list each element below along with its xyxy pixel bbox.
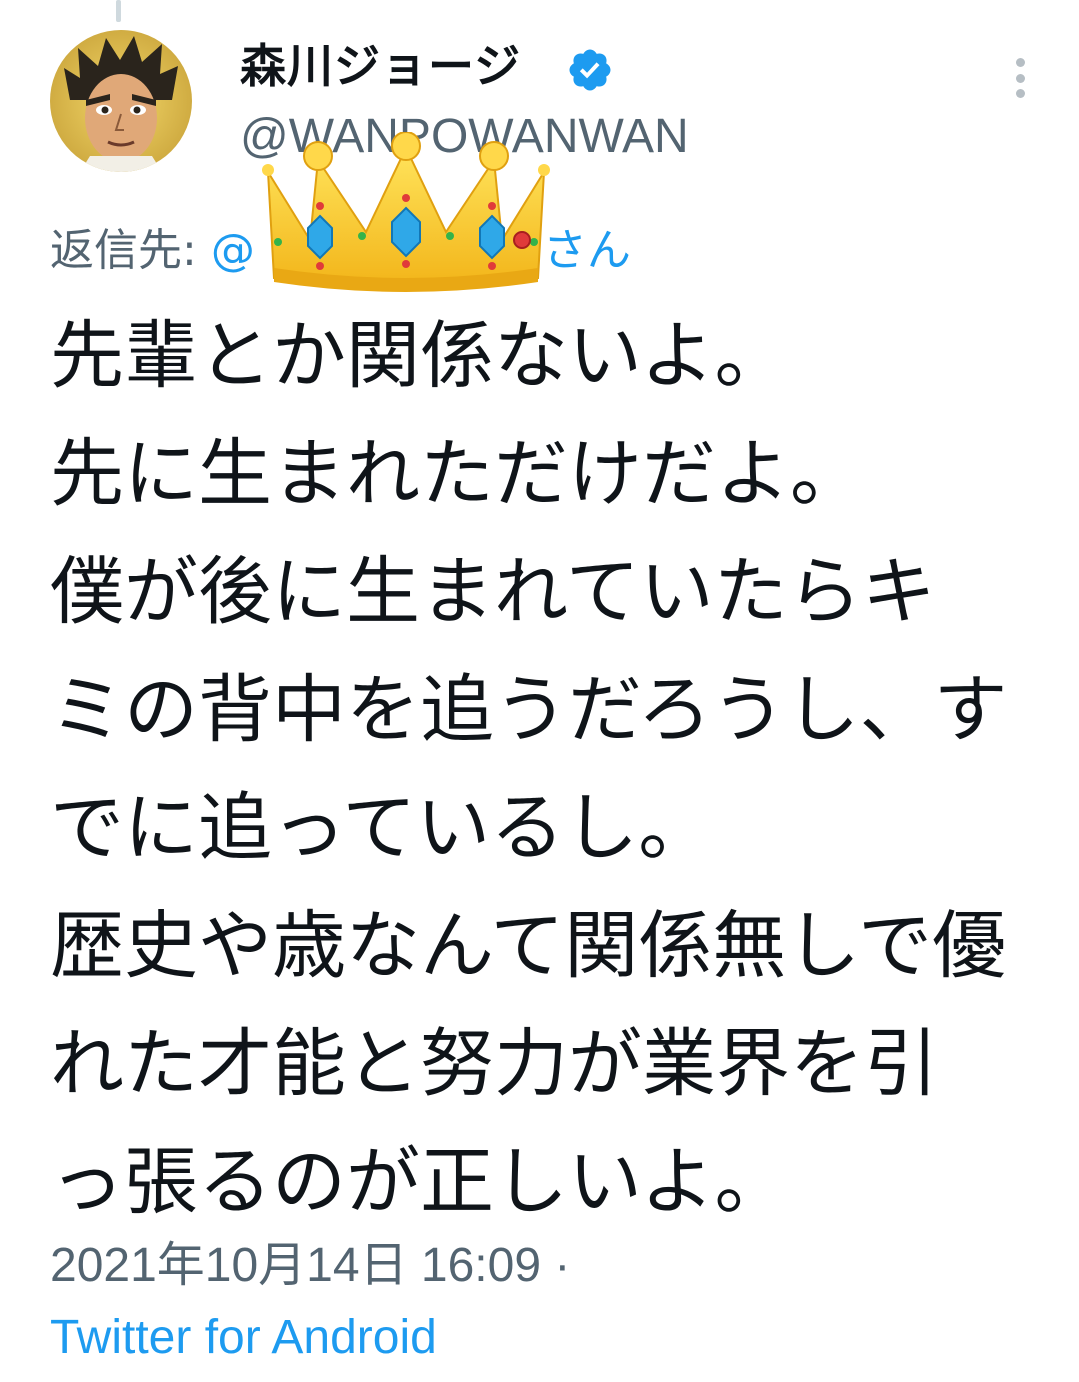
more-dot-icon (1015, 58, 1025, 67)
tweet-text: 先輩とか関係ないよ。 先に生まれただけだよ。 僕が後に生まれていたらキ ミの背中… (50, 297, 1050, 1241)
tweet-timestamp[interactable]: 2021年10月14日 16:09 · (50, 1236, 570, 1296)
verified-badge-icon (569, 49, 611, 91)
more-options-button[interactable] (1000, 52, 1040, 104)
more-dot-icon (1015, 89, 1025, 98)
tweet-line: 歴史や歳なんて関係無しで優 (50, 903, 1007, 989)
author-avatar[interactable] (50, 30, 192, 172)
tweet-line: っ張るのが正しいよ。 (50, 1139, 789, 1225)
tweet-line: でに追っているし。 (50, 785, 713, 871)
tweet-line: ミの背中を追うだろうし、す (50, 667, 1008, 753)
tweet-line: 先に生まれただけだよ。 (50, 431, 864, 517)
tweet-line: 僕が後に生まれていたらキ (50, 549, 936, 635)
reply-mention-link[interactable]: @ (211, 225, 255, 276)
more-dot-icon (1015, 73, 1025, 83)
tweet-source-link[interactable]: Twitter for Android (50, 1308, 437, 1368)
tweet-line: 先輩とか関係ないよ。 (50, 313, 789, 399)
crown-emoji-icon (262, 132, 550, 292)
author-display-name[interactable]: 森川ジョージ (240, 38, 521, 94)
replying-to-label: 返信先: (50, 225, 197, 276)
tweet-line: れた才能と努力が業界を引 (50, 1021, 938, 1107)
thread-connector-line (116, 0, 121, 22)
avatar-image (50, 30, 192, 172)
